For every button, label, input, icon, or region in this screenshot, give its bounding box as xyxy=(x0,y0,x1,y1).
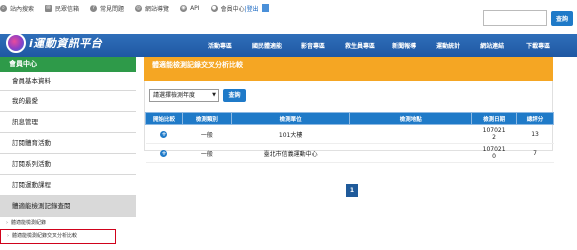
globe-icon: ◎ xyxy=(135,4,143,12)
page-title: 體適能檢測記錄交叉分析比較 xyxy=(144,57,553,81)
sidebar-item-fitness-records[interactable]: 體適能檢測記錄查閱 xyxy=(0,196,136,217)
location-cell xyxy=(349,143,472,163)
search-input[interactable] xyxy=(483,10,547,26)
filter-bar: 請選擇檢測年度 ▼ 查詢 xyxy=(149,89,246,102)
accessibility-icon[interactable] xyxy=(261,4,269,12)
table-row: + 一般 臺北市信義運動中心 107021 0 7 xyxy=(145,143,554,163)
sidebar-subitem-cross-analysis[interactable]: › 體適能檢測紀錄交叉分析比較 xyxy=(0,229,116,244)
sidebar-item-profile[interactable]: 會員基本資料 xyxy=(0,72,136,91)
sidebar-header: 會員中心 xyxy=(0,57,136,72)
logo-text: i運動資訊平台 xyxy=(29,37,103,50)
column-header: 檢測日期 xyxy=(471,112,518,125)
nav-items: 活動專區 國民體適能 影音專區 救生員專區 新聞報導 運動統計 網站連結 下載專… xyxy=(208,34,550,57)
search-button[interactable]: 查詢 xyxy=(551,11,573,26)
user-icon: ● xyxy=(210,4,218,12)
nav-item-media[interactable]: 影音專區 xyxy=(301,41,325,50)
unit-cell: 101大樓 xyxy=(231,124,350,144)
faq-link[interactable]: ? 常見問題 xyxy=(90,4,124,13)
utility-links: ⌕ 站內搜索 ✉ 民眾信箱 ? 常見問題 ◎ 網站導覽 ◉ API ● 會員中心 |登出 xyxy=(0,3,280,13)
column-header: 檢測類別 xyxy=(181,112,232,125)
unit-cell: 臺北市信義運動中心 xyxy=(231,143,350,163)
column-header: 檢測地點 xyxy=(349,112,473,125)
column-header: 開始比較 xyxy=(145,112,183,125)
column-header: 總評分 xyxy=(516,112,554,125)
logout-link[interactable]: |登出 xyxy=(245,4,259,13)
compare-cell: + xyxy=(145,143,183,163)
search-icon: ⌕ xyxy=(0,4,7,12)
sidebar-item-series-events[interactable]: 訂閱系列活動 xyxy=(0,154,136,175)
category-cell: 一般 xyxy=(182,143,232,163)
logo-icon xyxy=(6,33,26,53)
chevron-down-icon: ▼ xyxy=(212,92,216,98)
api-link[interactable]: ◉ API xyxy=(180,4,200,12)
category-cell: 一般 xyxy=(182,124,232,144)
records-table: 開始比較 檢測類別 檢測單位 檢測地點 檢測日期 總評分 + 一般 101大樓 … xyxy=(145,112,554,163)
pagination-page-button[interactable]: 1 xyxy=(346,184,358,197)
nav-item-links[interactable]: 網站連結 xyxy=(480,41,504,50)
sidebar-item-favorites[interactable]: 我的最愛 xyxy=(0,91,136,112)
chevron-right-icon: › xyxy=(7,233,9,239)
content-panel: 請選擇檢測年度 ▼ 查詢 開始比較 檢測類別 檢測單位 檢測地點 檢測日期 總評分… xyxy=(144,81,554,163)
question-icon: ? xyxy=(90,4,98,12)
chevron-right-icon: › xyxy=(6,220,8,226)
table-row: + 一般 101大樓 107021 2 13 xyxy=(145,124,554,144)
sitemap-link[interactable]: ◎ 網站導覽 xyxy=(135,4,169,13)
mail-icon: ✉ xyxy=(45,4,53,12)
site-search-link[interactable]: ⌕ 站內搜索 xyxy=(0,4,34,13)
member-center-link[interactable]: ● 會員中心 |登出 xyxy=(210,4,269,13)
year-select[interactable]: 請選擇檢測年度 ▼ xyxy=(149,89,219,102)
query-button[interactable]: 查詢 xyxy=(223,89,246,102)
sidebar-item-courses[interactable]: 訂閱運動課程 xyxy=(0,175,136,196)
sidebar-item-messages[interactable]: 訊息管理 xyxy=(0,112,136,133)
nav-item-downloads[interactable]: 下載專區 xyxy=(526,41,550,50)
sidebar: 會員中心 會員基本資料 我的最愛 訊息管理 訂閱體育活動 訂閱系列活動 訂閱運動… xyxy=(0,57,136,250)
nav-item-fitness[interactable]: 國民體適能 xyxy=(252,41,282,50)
nav-item-news[interactable]: 新聞報導 xyxy=(392,41,416,50)
site-logo[interactable]: i運動資訊平台 xyxy=(6,28,102,58)
expand-plus-icon[interactable]: + xyxy=(160,130,168,138)
expand-plus-icon[interactable]: + xyxy=(160,149,168,157)
nav-item-statistics[interactable]: 運動統計 xyxy=(436,41,460,50)
date-cell: 107021 2 xyxy=(471,124,517,144)
location-cell xyxy=(349,124,472,144)
date-cell: 107021 0 xyxy=(471,143,517,163)
score-cell: 7 xyxy=(516,143,554,163)
compare-cell: + xyxy=(145,124,183,144)
mailbox-link[interactable]: ✉ 民眾信箱 xyxy=(45,4,79,13)
table-header-row: 開始比較 檢測類別 檢測單位 檢測地點 檢測日期 總評分 xyxy=(145,112,554,125)
main-nav: i運動資訊平台 活動專區 國民體適能 影音專區 救生員專區 新聞報導 運動統計 … xyxy=(0,33,577,57)
nav-item-activities[interactable]: 活動專區 xyxy=(208,41,232,50)
score-cell: 13 xyxy=(516,124,554,144)
column-header: 檢測單位 xyxy=(230,112,351,125)
nav-item-lifeguard[interactable]: 救生員專區 xyxy=(345,41,375,50)
api-icon: ◉ xyxy=(180,4,188,12)
sidebar-item-sport-events[interactable]: 訂閱體育活動 xyxy=(0,133,136,154)
